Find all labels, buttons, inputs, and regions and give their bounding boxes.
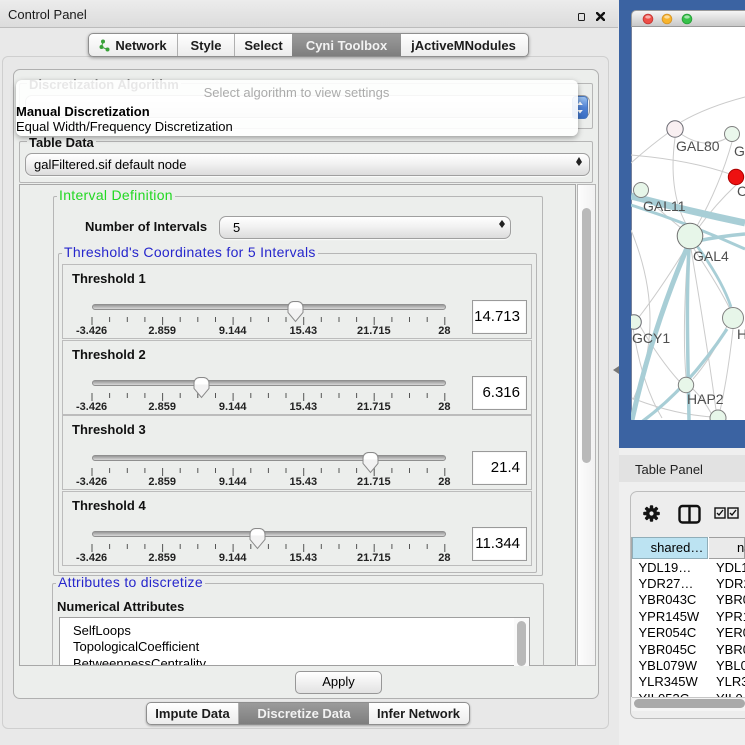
svg-text:GAL80: GAL80 <box>676 138 720 154</box>
svg-text:H: H <box>737 326 745 342</box>
svg-text:GAL11: GAL11 <box>643 198 686 214</box>
svg-text:GCY1: GCY1 <box>632 330 670 346</box>
svg-text:C: C <box>737 183 745 199</box>
svg-text:HAP2: HAP2 <box>687 391 724 407</box>
svg-text:GAL4: GAL4 <box>693 248 729 264</box>
svg-text:GA: GA <box>734 143 745 159</box>
